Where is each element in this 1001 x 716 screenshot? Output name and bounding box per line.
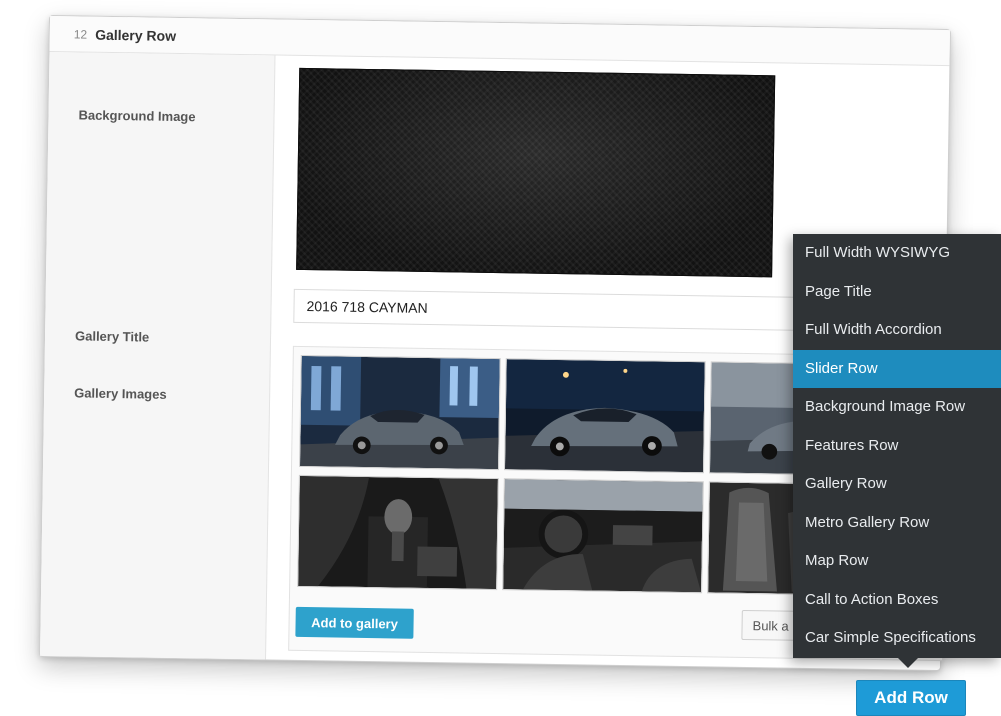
menu-item-map-row[interactable]: Map Row <box>793 542 1001 581</box>
gallery-title-label: Gallery Title <box>74 328 150 345</box>
menu-item-page-title[interactable]: Page Title <box>793 273 1001 312</box>
row-number: 12 <box>73 26 88 42</box>
gallery-title-input[interactable] <box>293 288 854 332</box>
menu-item-gallery-row[interactable]: Gallery Row <box>793 465 1001 504</box>
background-image-label: Background Image <box>78 107 196 125</box>
add-to-gallery-button[interactable]: Add to gallery <box>295 606 414 639</box>
gallery-image-interior-shifter[interactable] <box>297 474 499 591</box>
add-row-button[interactable]: Add Row <box>856 680 966 716</box>
menu-item-slider-row[interactable]: Slider Row <box>793 349 1001 388</box>
add-row-menu: Full Width WYSIWYG Page Title Full Width… <box>793 234 1001 658</box>
field-labels-column: Background Image Gallery Title Gallery I… <box>40 51 276 660</box>
menu-item-background-image-row[interactable]: Background Image Row <box>793 388 1001 427</box>
gallery-image-car-street[interactable] <box>299 354 501 471</box>
editor-scene: 12 Gallery Row Background Image Gallery … <box>0 0 1001 716</box>
menu-item-call-to-action-boxes[interactable]: Call to Action Boxes <box>793 581 1001 620</box>
menu-item-full-width-accordion[interactable]: Full Width Accordion <box>793 311 1001 350</box>
background-image-preview[interactable] <box>296 67 776 278</box>
menu-item-full-width-wysiwyg[interactable]: Full Width WYSIWYG <box>793 234 1001 273</box>
menu-item-metro-gallery-row[interactable]: Metro Gallery Row <box>793 504 1001 543</box>
menu-item-features-row[interactable]: Features Row <box>793 427 1001 466</box>
menu-pointer-arrow <box>898 658 918 668</box>
gallery-image-interior-dashboard[interactable] <box>502 478 704 594</box>
row-title: Gallery Row <box>95 26 177 44</box>
menu-item-car-simple-specifications[interactable]: Car Simple Specifications <box>793 619 1001 658</box>
gallery-image-car-road[interactable] <box>504 358 706 474</box>
gallery-images-label: Gallery Images <box>74 385 167 402</box>
